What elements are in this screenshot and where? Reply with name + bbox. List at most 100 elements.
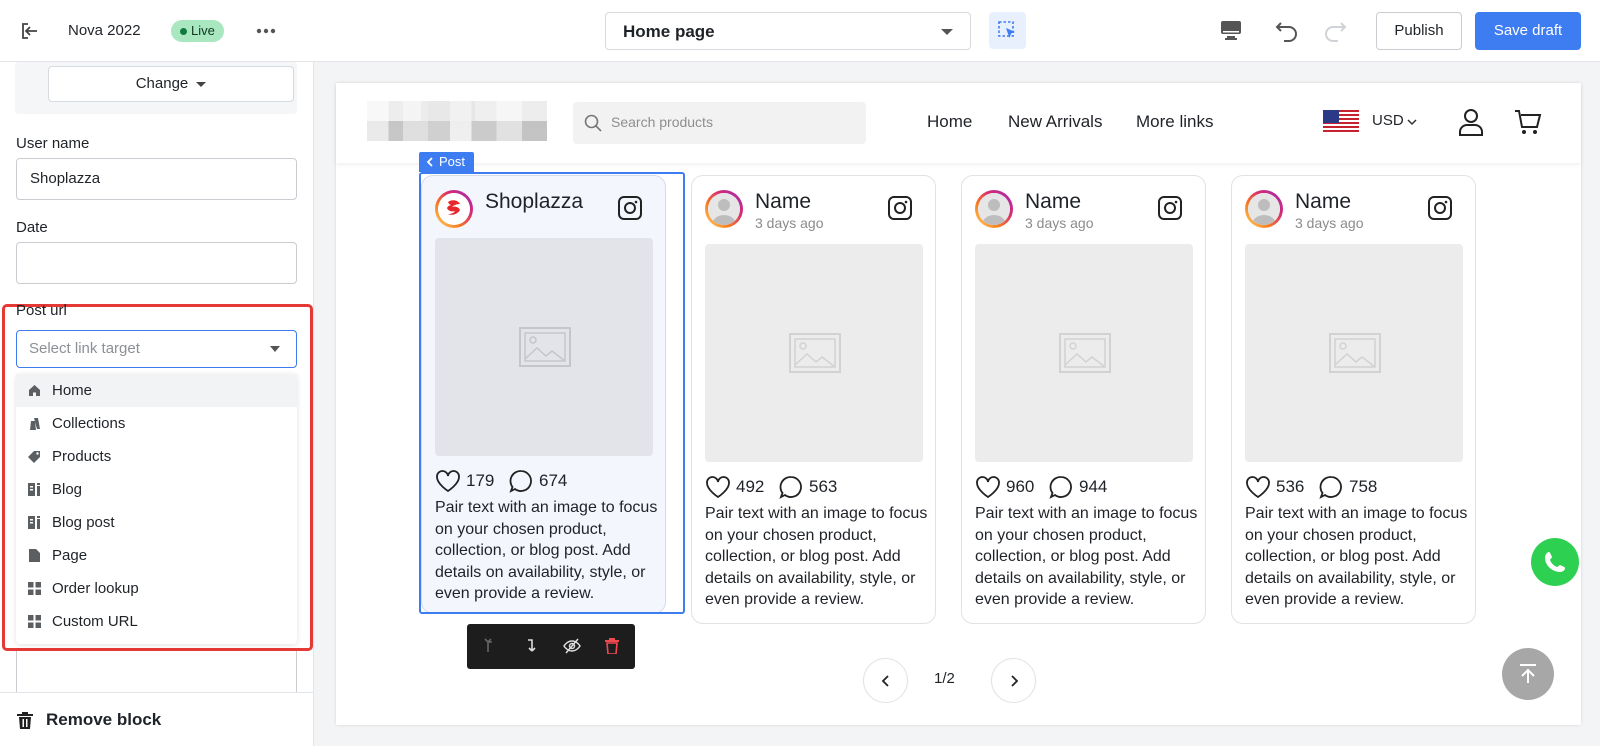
delete-icon[interactable] xyxy=(605,638,619,654)
move-up-icon[interactable] xyxy=(483,638,499,654)
image-placeholder-icon xyxy=(1329,333,1381,373)
save-draft-button[interactable]: Save draft xyxy=(1475,12,1581,50)
undo-icon[interactable] xyxy=(1274,17,1302,45)
change-image-button[interactable]: Change xyxy=(48,66,294,102)
link-target-custom-url[interactable]: Custom URL xyxy=(16,605,297,638)
link-target-order-lookup[interactable]: Order lookup xyxy=(16,572,297,605)
post-block-tag[interactable]: Post xyxy=(419,152,474,172)
top-bar: Nova 2022 Live Home page Publish Save dr… xyxy=(0,0,1600,62)
post-stats: 492 563 xyxy=(705,475,925,499)
page-indicator: 1/2 xyxy=(934,670,955,687)
previous-page-button[interactable] xyxy=(863,658,908,703)
link-target-collections[interactable]: Collections xyxy=(16,407,297,440)
post-card-2[interactable]: Name 3 days ago 492 563 Pair text with a… xyxy=(691,175,936,624)
like-count: 960 xyxy=(1006,477,1035,496)
desktop-view-icon[interactable] xyxy=(1218,17,1246,45)
post-card-4[interactable]: Name 3 days ago 536 758 Pair text with a… xyxy=(1231,175,1476,624)
link-target-blog[interactable]: Blog xyxy=(16,473,297,506)
publish-button[interactable]: Publish xyxy=(1376,12,1462,50)
like-count: 492 xyxy=(736,477,765,496)
default-avatar-icon xyxy=(978,193,1010,225)
instagram-icon[interactable] xyxy=(888,196,912,220)
chevron-left-icon xyxy=(881,675,889,687)
instagram-icon[interactable] xyxy=(1428,196,1452,220)
link-target-home[interactable]: Home xyxy=(16,374,297,407)
redo-icon[interactable] xyxy=(1322,17,1350,45)
chevron-left-icon xyxy=(426,157,433,167)
post-caption: Pair text with an image to focus on your… xyxy=(705,505,928,608)
store-header: Search products Home New Arrivals More l… xyxy=(336,83,1581,163)
image-picker: Change xyxy=(15,62,297,114)
change-label: Change xyxy=(135,75,189,92)
post-time: 3 days ago xyxy=(755,215,824,231)
post-stats: 536 758 xyxy=(1245,475,1465,499)
heart-icon[interactable] xyxy=(705,475,731,499)
nav-link-home[interactable]: Home xyxy=(927,112,972,132)
post-image-placeholder xyxy=(1245,244,1463,462)
store-preview: Search products Home New Arrivals More l… xyxy=(336,83,1581,725)
caret-down-icon xyxy=(941,29,953,35)
remove-block-button[interactable]: Remove block xyxy=(0,692,313,746)
store-logo-pixelated[interactable] xyxy=(367,101,547,141)
more-options-icon[interactable] xyxy=(254,20,278,42)
comment-icon[interactable] xyxy=(1049,475,1073,499)
link-target-products[interactable]: Products xyxy=(16,440,297,473)
selection-cursor-icon xyxy=(998,21,1015,38)
block-toolbar xyxy=(467,624,635,669)
hide-eye-icon[interactable] xyxy=(563,638,581,654)
link-target-label: Collections xyxy=(52,415,126,432)
post-time: 3 days ago xyxy=(1295,215,1364,231)
post-card-3[interactable]: Name 3 days ago 960 944 Pair text with a… xyxy=(961,175,1206,624)
heart-icon[interactable] xyxy=(1245,475,1271,499)
post-author-name: Name xyxy=(1025,190,1082,213)
link-target-label: Home xyxy=(52,382,93,399)
page-selector[interactable]: Home page xyxy=(605,12,971,50)
heart-icon[interactable] xyxy=(975,475,1001,499)
link-target-blog-post[interactable]: Blog post xyxy=(16,506,297,539)
instagram-icon[interactable] xyxy=(1158,196,1182,220)
post-author-name: Name xyxy=(755,190,812,213)
link-target-page[interactable]: Page xyxy=(16,539,297,572)
whatsapp-button[interactable] xyxy=(1531,538,1579,586)
back-to-top-button[interactable] xyxy=(1502,648,1554,700)
next-page-button[interactable] xyxy=(991,658,1036,703)
user-name-input[interactable]: Shoplazza xyxy=(16,158,297,200)
image-placeholder-icon xyxy=(1059,333,1111,373)
home-icon xyxy=(29,385,40,396)
block-settings-panel: Change User name Shoplazza Date Post url… xyxy=(0,62,314,746)
post-image-placeholder xyxy=(705,244,923,462)
comment-count: 563 xyxy=(809,477,838,496)
page-icon xyxy=(29,549,40,562)
page-selector-label: Home page xyxy=(623,22,715,41)
post-url-select[interactable]: Select link target xyxy=(16,330,297,368)
comment-icon[interactable] xyxy=(1319,475,1343,499)
chevron-right-icon xyxy=(1011,675,1019,687)
currency-selector[interactable]: USD xyxy=(1372,112,1404,129)
select-element-tool[interactable] xyxy=(989,12,1026,49)
default-avatar-icon xyxy=(1248,193,1280,225)
date-input[interactable] xyxy=(16,242,297,284)
date-label: Date xyxy=(16,219,48,236)
move-down-icon[interactable] xyxy=(523,638,539,654)
comment-icon[interactable] xyxy=(779,475,803,499)
post-caption: Pair text with an image to focus on your… xyxy=(975,505,1198,608)
post-url-label: Post url xyxy=(16,302,67,319)
search-input[interactable]: Search products xyxy=(573,102,866,144)
arrow-up-icon xyxy=(1520,664,1536,683)
comment-count: 944 xyxy=(1079,477,1108,496)
exit-icon[interactable] xyxy=(20,21,40,41)
caret-down-icon xyxy=(196,81,207,87)
search-placeholder: Search products xyxy=(611,114,713,130)
user-name-label: User name xyxy=(16,135,90,152)
account-icon[interactable] xyxy=(1456,107,1486,137)
post-caption: Pair text with an image to focus on your… xyxy=(1245,505,1468,608)
post-url-placeholder: Select link target xyxy=(29,340,140,357)
collections-icon xyxy=(30,418,40,430)
cart-icon[interactable] xyxy=(1513,107,1543,137)
selection-outline xyxy=(419,172,685,614)
link-target-label: Products xyxy=(52,448,112,465)
nav-link-more-links[interactable]: More links xyxy=(1136,112,1213,132)
us-flag-icon[interactable] xyxy=(1323,110,1359,134)
link-target-dropdown: Home Collections Products Blog Blog post… xyxy=(16,374,297,644)
nav-link-new-arrivals[interactable]: New Arrivals xyxy=(1008,112,1102,132)
